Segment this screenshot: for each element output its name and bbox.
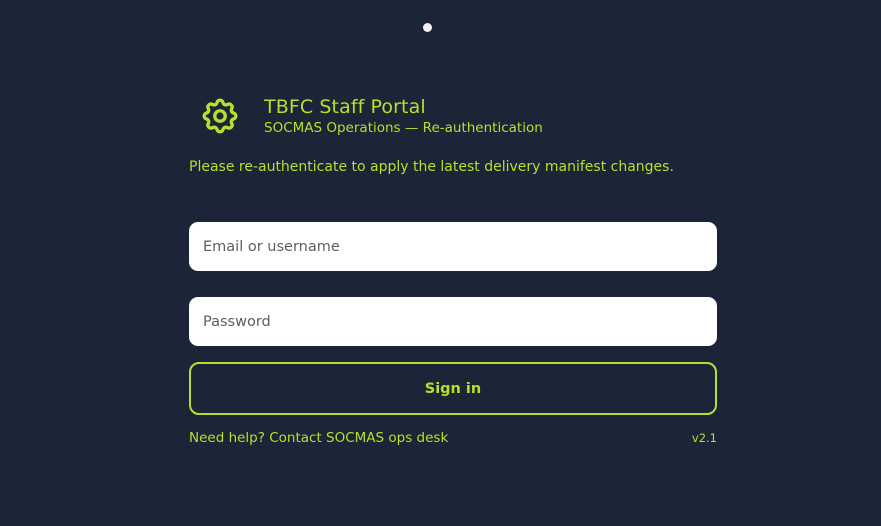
page-subtitle: SOCMAS Operations — Re-authentication xyxy=(264,119,543,136)
login-page: TBFC Staff Portal SOCMAS Operations — Re… xyxy=(0,0,881,526)
status-dot xyxy=(423,23,432,32)
header-titles: TBFC Staff Portal SOCMAS Operations — Re… xyxy=(264,96,543,137)
help-link[interactable]: Need help? Contact SOCMAS ops desk xyxy=(189,429,448,447)
sign-in-button[interactable]: Sign in xyxy=(189,362,717,415)
version-label: v2.1 xyxy=(691,431,717,445)
reauth-notice: Please re-authenticate to apply the late… xyxy=(189,159,674,175)
email-field[interactable] xyxy=(189,222,717,271)
login-panel: TBFC Staff Portal SOCMAS Operations — Re… xyxy=(178,76,728,480)
password-field[interactable] xyxy=(189,297,717,346)
portal-header: TBFC Staff Portal SOCMAS Operations — Re… xyxy=(198,94,543,138)
gear-icon xyxy=(198,94,242,138)
page-title: TBFC Staff Portal xyxy=(264,95,426,118)
